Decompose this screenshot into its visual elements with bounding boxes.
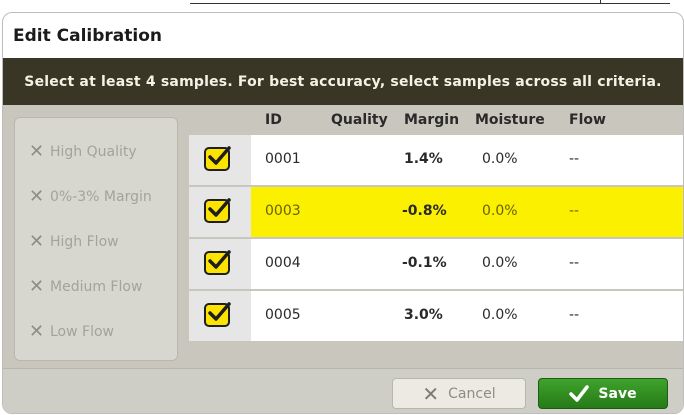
column-id: ID — [265, 112, 282, 128]
cell-margin: 3.0% — [404, 307, 443, 323]
criterion-label: High Flow — [50, 233, 119, 250]
cell-margin: -0.1% — [402, 255, 447, 271]
x-icon: ✕ — [422, 381, 440, 406]
checkmark-icon — [208, 146, 231, 165]
cell-moisture: 0.0% — [482, 151, 518, 167]
x-icon: ✕ — [29, 231, 45, 252]
table-header: ID Quality Margin Moisture Flow — [189, 105, 683, 135]
column-flow: Flow — [569, 112, 606, 128]
table-row[interactable]: 0001 1.4% 0.0% -- — [189, 135, 683, 185]
row-check-cell — [189, 291, 251, 341]
table-row[interactable]: 0005 3.0% 0.0% -- — [189, 291, 683, 341]
cell-moisture: 0.0% — [482, 307, 518, 323]
criterion-label: Low Flow — [50, 323, 114, 340]
row-checkbox[interactable] — [204, 302, 231, 327]
cell-id: 0004 — [265, 255, 301, 271]
dialog-footer: ✕ Cancel Save — [3, 368, 683, 413]
row-check-cell — [189, 135, 251, 185]
row-cells: 0004 -0.1% 0.0% -- — [251, 239, 683, 289]
cancel-button[interactable]: ✕ Cancel — [392, 378, 526, 409]
cell-id: 0001 — [265, 151, 301, 167]
cell-flow: -- — [569, 255, 580, 271]
cell-id: 0005 — [265, 307, 301, 323]
cell-moisture: 0.0% — [482, 255, 518, 271]
x-icon: ✕ — [29, 186, 45, 207]
cell-margin: 1.4% — [404, 151, 443, 167]
column-margin: Margin — [404, 112, 460, 128]
top-rule — [190, 3, 670, 4]
dialog-title: Edit Calibration — [13, 26, 163, 46]
cell-flow: -- — [569, 203, 580, 219]
save-label: Save — [598, 385, 637, 402]
cell-moisture: 0.0% — [482, 203, 518, 219]
column-quality: Quality — [331, 112, 388, 128]
cell-margin: -0.8% — [402, 203, 447, 219]
criterion-medium-flow: ✕ Medium Flow — [29, 276, 142, 297]
row-checkbox[interactable] — [204, 198, 231, 223]
row-check-cell — [189, 239, 251, 289]
content-area: ✕ High Quality ✕ 0%-3% Margin ✕ High Flo… — [3, 105, 683, 373]
checkmark-icon — [208, 198, 231, 217]
criterion-label: High Quality — [50, 143, 137, 160]
x-icon: ✕ — [29, 141, 45, 162]
x-icon: ✕ — [29, 321, 45, 342]
cell-flow: -- — [569, 307, 580, 323]
cancel-label: Cancel — [448, 385, 496, 402]
row-check-cell — [189, 187, 251, 237]
cell-flow: -- — [569, 151, 580, 167]
row-checkbox[interactable] — [204, 146, 231, 171]
edit-calibration-dialog: Edit Calibration Select at least 4 sampl… — [2, 12, 684, 414]
column-moisture: Moisture — [475, 112, 545, 128]
row-cells: 0001 1.4% 0.0% -- — [251, 135, 683, 185]
top-rule-mark — [600, 0, 609, 4]
instruction-banner: Select at least 4 samples. For best accu… — [3, 58, 683, 105]
table-row[interactable]: 0004 -0.1% 0.0% -- — [189, 239, 683, 289]
table-row-selected[interactable]: 0003 -0.8% 0.0% -- — [189, 187, 683, 237]
row-cells: 0005 3.0% 0.0% -- — [251, 291, 683, 341]
checkmark-icon — [569, 384, 590, 402]
row-cells: 0003 -0.8% 0.0% -- — [251, 187, 683, 237]
criteria-panel: ✕ High Quality ✕ 0%-3% Margin ✕ High Flo… — [14, 117, 178, 361]
samples-table: ID Quality Margin Moisture Flow 0001 1.4… — [189, 105, 683, 367]
x-icon: ✕ — [29, 276, 45, 297]
criterion-low-flow: ✕ Low Flow — [29, 321, 114, 342]
criterion-label: Medium Flow — [50, 278, 143, 295]
checkmark-icon — [208, 250, 231, 269]
criterion-label: 0%-3% Margin — [50, 188, 152, 205]
criterion-high-flow: ✕ High Flow — [29, 231, 119, 252]
save-button[interactable]: Save — [538, 378, 668, 409]
cell-id: 0003 — [265, 203, 301, 219]
row-checkbox[interactable] — [204, 250, 231, 275]
criterion-high-quality: ✕ High Quality — [29, 141, 137, 162]
checkmark-icon — [208, 302, 231, 321]
criterion-margin: ✕ 0%-3% Margin — [29, 186, 152, 207]
